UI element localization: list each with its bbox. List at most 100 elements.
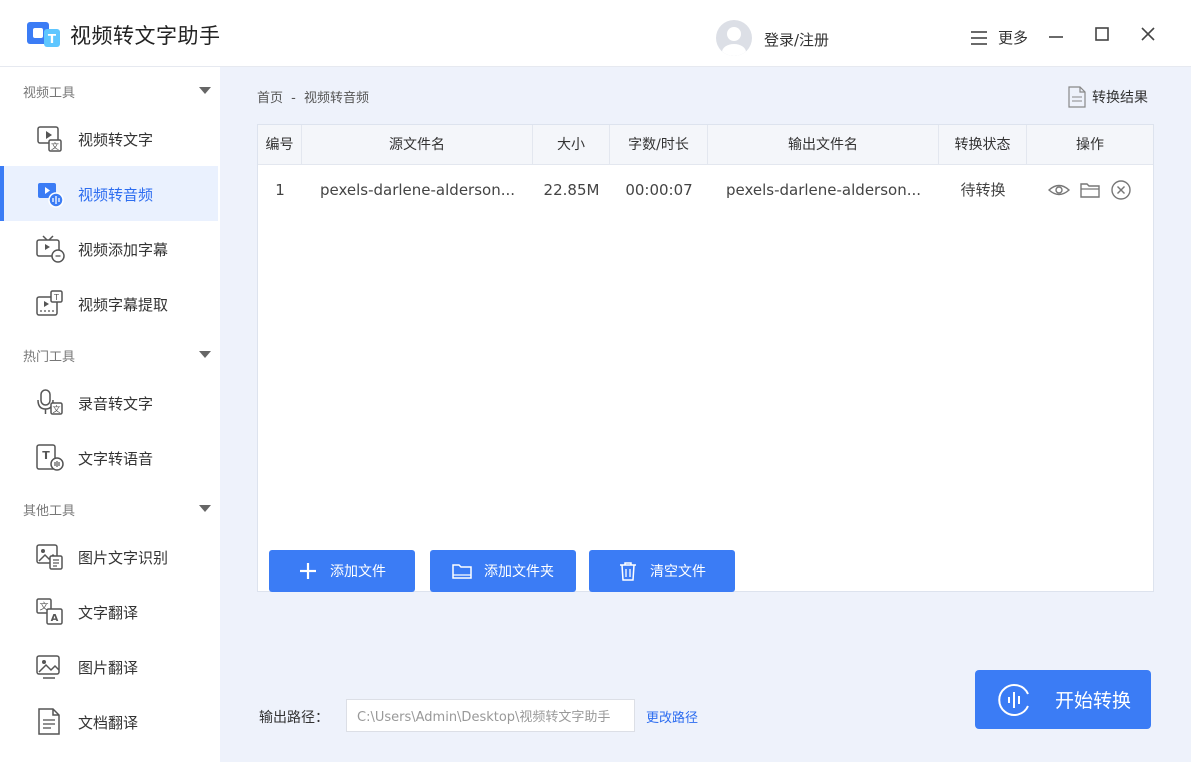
clear-files-button[interactable]: 清空文件 [589, 550, 735, 592]
sidebar-item-label: 图片翻译 [78, 659, 139, 677]
breadcrumb-current: 视频转音频 [304, 91, 370, 106]
output-path-label: 输出路径： [259, 710, 329, 726]
add-file-button[interactable]: 添加文件 [269, 550, 415, 592]
conversion-result-label: 转换结果 [1092, 90, 1148, 106]
group-other-tools[interactable]: 其他工具 [0, 487, 220, 527]
add-file-label: 添加文件 [330, 564, 386, 580]
add-folder-button[interactable]: 添加文件夹 [430, 550, 576, 592]
more-menu-label: 更多 [998, 29, 1029, 47]
column-header: 转换状态 [939, 125, 1027, 165]
column-header: 字数/时长 [610, 125, 708, 165]
minimize-icon[interactable] [1044, 22, 1068, 46]
svg-text:T: T [42, 449, 50, 462]
sidebar-item-label: 视频转音频 [78, 186, 154, 204]
sidebar: 视频工具 文 视频转文字 视频转音频 视频添加字幕 T 视频字幕提取 热门工具 … [0, 67, 220, 762]
column-header: 编号 [258, 125, 302, 165]
sidebar-item-audio-to-text[interactable]: 文 录音转文字 [0, 375, 218, 430]
file-table: 编号 源文件名 大小 字数/时长 输出文件名 转换状态 操作 1 pexels-… [257, 124, 1154, 592]
sidebar-item-label: 视频添加字幕 [78, 241, 169, 259]
clear-files-label: 清空文件 [650, 564, 706, 580]
extract-subtitles-icon: T [36, 290, 63, 316]
audio-wave-icon [998, 683, 1029, 716]
caret-down-icon [199, 505, 211, 512]
start-convert-label: 开始转换 [1055, 690, 1132, 712]
output-filename: pexels-darlene-alderson... [725, 181, 922, 199]
video-to-text-icon: 文 [37, 126, 62, 152]
source-filename: pexels-darlene-alderson... [319, 181, 516, 199]
sidebar-item-label: 视频字幕提取 [78, 296, 169, 314]
maximize-icon[interactable] [1090, 22, 1114, 46]
sidebar-item-text-to-speech[interactable]: T 文字转语音 [0, 430, 218, 485]
sidebar-item-extract-subtitles[interactable]: T 视频字幕提取 [0, 276, 218, 331]
trash-icon [620, 562, 636, 581]
sidebar-item-image-translate[interactable]: 图片翻译 [0, 639, 218, 694]
eye-icon[interactable] [1048, 179, 1070, 201]
svg-text:T: T [53, 293, 59, 302]
close-icon[interactable] [1136, 22, 1160, 46]
app-title: 视频转文字助手 [70, 24, 221, 48]
title-bar: T 视频转文字助手 登录/注册 更多 [0, 0, 1191, 67]
folder-icon[interactable] [1079, 179, 1101, 201]
file-duration: 00:00:07 [625, 181, 693, 199]
sidebar-item-label: 文字翻译 [78, 604, 139, 622]
add-subtitles-icon [36, 235, 65, 263]
group-hot-tools[interactable]: 热门工具 [0, 333, 220, 373]
sidebar-item-label: 文档翻译 [78, 714, 139, 732]
sidebar-item-video-to-text[interactable]: 文 视频转文字 [0, 111, 218, 166]
sidebar-item-video-to-audio[interactable]: 视频转音频 [0, 166, 218, 221]
breadcrumb-home[interactable]: 首页 [257, 91, 283, 106]
group-label: 热门工具 [23, 350, 76, 365]
group-label: 视频工具 [23, 86, 76, 101]
caret-down-icon [199, 351, 211, 358]
caret-down-icon [199, 87, 211, 94]
sidebar-item-image-ocr[interactable]: 图片文字识别 [0, 529, 218, 584]
hamburger-icon [971, 30, 987, 45]
start-convert-button[interactable]: 开始转换 [975, 670, 1151, 729]
file-icon [1068, 86, 1086, 108]
text-to-speech-icon: T [36, 444, 64, 471]
group-label: 其他工具 [23, 504, 76, 519]
column-header: 源文件名 [302, 125, 533, 165]
table-row[interactable]: 1 pexels-darlene-alderson... 22.85M 00:0… [258, 166, 1153, 214]
row-actions [1027, 166, 1153, 214]
output-path-input[interactable] [346, 699, 635, 732]
sidebar-item-add-subtitles[interactable]: 视频添加字幕 [0, 221, 218, 276]
column-header: 操作 [1076, 137, 1104, 153]
breadcrumb: 首页 - 视频转音频 [257, 87, 373, 106]
image-ocr-icon [36, 544, 63, 570]
breadcrumb-separator: - [291, 91, 296, 106]
avatar[interactable] [716, 20, 752, 56]
add-folder-label: 添加文件夹 [484, 564, 554, 580]
svg-text:文: 文 [51, 141, 59, 151]
video-to-audio-icon [38, 183, 64, 208]
delete-circle-icon[interactable] [1110, 179, 1132, 201]
svg-text:A: A [51, 613, 59, 624]
row-number: 1 [275, 181, 285, 199]
sidebar-item-label: 视频转文字 [78, 131, 154, 149]
file-size: 22.85M [543, 181, 600, 199]
column-header: 输出文件名 [708, 125, 939, 165]
sidebar-item-label: 图片文字识别 [78, 549, 169, 567]
more-menu-button[interactable]: 更多 [970, 27, 1028, 48]
svg-text:文: 文 [53, 404, 61, 414]
user-icon [722, 27, 746, 56]
plus-icon [300, 563, 316, 579]
sidebar-item-label: 录音转文字 [78, 395, 154, 413]
column-header: 大小 [533, 125, 610, 165]
document-icon [38, 708, 60, 735]
login-button[interactable]: 登录/注册 [764, 29, 829, 50]
status-badge: 待转换 [960, 181, 1006, 199]
image-translate-icon [36, 655, 60, 679]
translate-icon: 文 A [36, 598, 63, 625]
sidebar-item-text-translate[interactable]: 文 A 文字翻译 [0, 584, 218, 639]
conversion-result-button[interactable]: 转换结果 [1068, 86, 1148, 108]
change-path-link[interactable]: 更改路径 [646, 707, 698, 726]
sidebar-item-label: 文字转语音 [78, 450, 154, 468]
sidebar-item-doc-translate[interactable]: 文档翻译 [0, 694, 218, 749]
group-video-tools[interactable]: 视频工具 [0, 69, 220, 109]
folder-icon [452, 564, 472, 579]
microphone-icon: 文 [37, 389, 63, 415]
svg-text:T: T [48, 32, 57, 46]
app-logo-icon: T [27, 22, 60, 47]
table-header: 编号 源文件名 大小 字数/时长 输出文件名 转换状态 操作 [258, 125, 1153, 165]
